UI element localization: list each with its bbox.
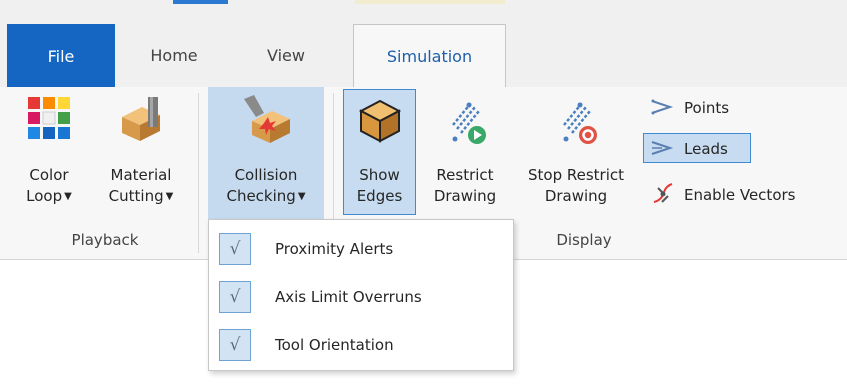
color-loop-button[interactable]: Color Loop ▼ bbox=[20, 95, 78, 207]
tab-simulation[interactable]: Simulation bbox=[353, 24, 506, 88]
check-icon: √ bbox=[219, 281, 251, 313]
color-loop-dropdown-arrow: ▼ bbox=[64, 191, 72, 202]
color-grid-icon bbox=[28, 97, 70, 139]
menu-item-tool-orientation[interactable]: √ Tool Orientation bbox=[209, 320, 513, 370]
leads-button[interactable]: Leads bbox=[650, 138, 728, 160]
group-separator bbox=[198, 93, 199, 253]
points-icon bbox=[651, 99, 674, 115]
material-cutting-label-2: Cutting ▼ bbox=[96, 186, 186, 207]
title-strip-mark-blue bbox=[173, 0, 228, 4]
color-loop-label-2-text: Loop bbox=[26, 187, 63, 205]
leads-icon bbox=[651, 141, 674, 155]
tab-file[interactable]: File bbox=[7, 24, 115, 88]
enable-vectors-button[interactable]: Enable Vectors bbox=[650, 182, 795, 208]
points-label: Points bbox=[684, 99, 730, 117]
enable-vectors-label: Enable Vectors bbox=[684, 186, 796, 204]
cube-edges-icon bbox=[358, 99, 401, 143]
tab-home[interactable]: Home bbox=[123, 24, 225, 87]
stop-restrict-drawing-label-2: Drawing bbox=[544, 187, 608, 205]
tab-view[interactable]: View bbox=[236, 24, 336, 87]
restrict-drawing-label-1: Restrict bbox=[436, 166, 494, 184]
ribbon-tab-bar: File Home View Simulation bbox=[0, 24, 847, 88]
stop-restrict-drawing-button[interactable]: Stop Restrict Drawing bbox=[514, 95, 638, 207]
menu-item-axis-limit-overruns[interactable]: √ Axis Limit Overruns bbox=[209, 272, 513, 322]
menu-item-label: Proximity Alerts bbox=[275, 240, 394, 258]
group-label-display: Display bbox=[556, 231, 612, 249]
material-cutting-label-1: Material bbox=[110, 166, 172, 184]
check-icon: √ bbox=[219, 233, 251, 265]
collision-dropdown-arrow: ▼ bbox=[297, 191, 306, 202]
color-loop-label-1: Color bbox=[29, 166, 69, 184]
group-label-playback: Playback bbox=[71, 231, 139, 249]
vectors-icon bbox=[653, 183, 673, 203]
menu-item-label: Tool Orientation bbox=[275, 336, 394, 354]
material-cutting-button[interactable]: Material Cutting ▼ bbox=[96, 95, 186, 207]
points-button[interactable]: Points bbox=[650, 97, 729, 119]
show-edges-button[interactable]: Show Edges bbox=[343, 95, 416, 207]
show-edges-label-1: Show bbox=[359, 166, 400, 184]
menu-item-proximity-alerts[interactable]: √ Proximity Alerts bbox=[209, 224, 513, 274]
stop-restrict-drawing-label-1: Stop Restrict bbox=[527, 166, 624, 184]
check-icon: √ bbox=[219, 329, 251, 361]
title-strip bbox=[0, 0, 847, 24]
restrict-drawing-label-2: Drawing bbox=[433, 187, 497, 205]
show-edges-label-2: Edges bbox=[356, 187, 403, 205]
restrict-drawing-button[interactable]: Restrict Drawing bbox=[424, 95, 506, 207]
menu-item-label: Axis Limit Overruns bbox=[275, 288, 422, 306]
collision-checking-button[interactable]: Collision Checking ▼ bbox=[208, 95, 324, 207]
color-loop-label-2: Loop ▼ bbox=[20, 186, 78, 207]
material-cutting-dropdown-arrow: ▼ bbox=[165, 191, 174, 202]
stop-restrict-drawing-icon bbox=[563, 102, 597, 144]
title-strip-mark-yellow bbox=[355, 0, 505, 4]
material-cutting-icon bbox=[122, 97, 160, 141]
collision-icon bbox=[244, 95, 290, 143]
collision-checking-label-2: Checking ▼ bbox=[208, 186, 324, 207]
collision-checking-dropdown: √ Proximity Alerts √ Axis Limit Overruns… bbox=[208, 219, 514, 371]
collision-checking-label-2-text: Checking bbox=[226, 187, 296, 205]
material-cutting-label-2-text: Cutting bbox=[108, 187, 164, 205]
collision-checking-label-1: Collision bbox=[234, 166, 298, 184]
leads-label: Leads bbox=[684, 140, 728, 158]
restrict-drawing-icon bbox=[452, 102, 486, 144]
